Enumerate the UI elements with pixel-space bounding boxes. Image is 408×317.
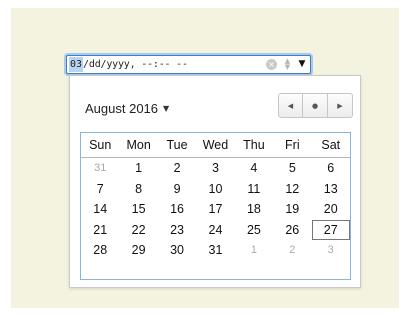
day-cell[interactable]: 17	[196, 199, 234, 219]
week-row: 7 8 9 10 11 12 13	[81, 179, 350, 199]
chevron-right-icon: ▶	[337, 101, 343, 110]
day-cell[interactable]: 18	[235, 199, 273, 219]
weekday-header: Mon	[126, 138, 151, 152]
day-cell[interactable]: 20	[312, 199, 350, 219]
calendar-grid: Sun Mon Tue Wed Thu Fri Sat 31 1 2 3 4 5…	[80, 132, 351, 280]
day-cell[interactable]: 9	[158, 179, 196, 199]
day-cell[interactable]: 25	[235, 220, 273, 240]
day-cell-other-month[interactable]: 3	[312, 240, 350, 260]
day-cell[interactable]: 4	[235, 158, 273, 178]
day-cell[interactable]: 19	[273, 199, 311, 219]
weekday-header: Thu	[243, 138, 265, 152]
day-cell[interactable]: 16	[158, 199, 196, 219]
chevron-down-icon[interactable]: ▼	[163, 104, 169, 113]
day-cell[interactable]: 15	[119, 199, 157, 219]
date-time-placeholder[interactable]: /dd/yyyy, --:-- --	[83, 57, 188, 72]
spin-down-icon[interactable]: ▼	[283, 64, 292, 71]
week-row: 31 1 2 3 4 5 6	[81, 158, 350, 178]
day-cell[interactable]: 26	[273, 220, 311, 240]
day-cell[interactable]: 5	[273, 158, 311, 178]
day-cell[interactable]: 12	[273, 179, 311, 199]
day-cell[interactable]: 11	[235, 179, 273, 199]
day-cell[interactable]: 31	[196, 240, 234, 260]
day-cell[interactable]: 6	[312, 158, 350, 178]
day-cell[interactable]: 1	[119, 158, 157, 178]
day-cell[interactable]: 13	[312, 179, 350, 199]
day-cell[interactable]: 22	[119, 220, 157, 240]
weekday-header: Sat	[321, 138, 341, 152]
day-cell[interactable]: 7	[81, 179, 119, 199]
day-cell-other-month[interactable]: 1	[235, 240, 273, 260]
week-row: 28 29 30 31 1 2 3	[81, 240, 350, 260]
chevron-left-icon: ◀	[287, 101, 294, 110]
day-cell-today[interactable]: 27	[311, 219, 350, 240]
weekday-header: Tue	[166, 138, 188, 152]
day-cell[interactable]: 2	[158, 158, 196, 178]
day-cell-other-month[interactable]: 31	[81, 158, 119, 178]
calendar-popup: August 2016 ▼ ◀ ● ▶ Sun Mon Tue Wed Thu …	[69, 75, 361, 288]
day-cell[interactable]: 30	[158, 240, 196, 260]
weekday-header: Wed	[202, 138, 229, 152]
weekday-header-row: Sun Mon Tue Wed Thu Fri Sat	[81, 133, 350, 158]
datetime-input[interactable]: 03 /dd/yyyy, --:-- -- × ▲ ▼ ▼	[66, 55, 311, 74]
weekday-header: Fri	[285, 138, 300, 152]
spin-button[interactable]: ▲ ▼	[283, 58, 292, 71]
clear-icon[interactable]: ×	[266, 59, 277, 70]
next-month-button[interactable]: ▶	[328, 93, 353, 118]
dropdown-icon[interactable]: ▼	[297, 58, 307, 71]
week-row: 21 22 23 24 25 26 27	[81, 219, 350, 240]
day-cell[interactable]: 14	[81, 199, 119, 219]
weekday-header: Sun	[89, 138, 112, 152]
day-cell[interactable]: 29	[119, 240, 157, 260]
day-cell[interactable]: 24	[196, 220, 234, 240]
day-cell[interactable]: 23	[158, 220, 196, 240]
today-button[interactable]: ●	[303, 93, 328, 118]
previous-month-button[interactable]: ◀	[278, 93, 303, 118]
day-cell[interactable]: 21	[81, 220, 119, 240]
day-cell[interactable]: 10	[196, 179, 234, 199]
week-row: 14 15 16 17 18 19 20	[81, 199, 350, 219]
day-cell[interactable]: 3	[196, 158, 234, 178]
day-cell-other-month[interactable]: 2	[273, 240, 311, 260]
dot-icon: ●	[311, 101, 319, 110]
month-year-selector[interactable]: August 2016 ▼	[85, 101, 169, 116]
month-year-label[interactable]: August 2016	[85, 101, 158, 116]
day-cell[interactable]: 28	[81, 240, 119, 260]
month-segment[interactable]: 03	[69, 57, 84, 72]
page-background: 03 /dd/yyyy, --:-- -- × ▲ ▼ ▼ August 201…	[11, 8, 399, 308]
day-cell[interactable]: 8	[119, 179, 157, 199]
